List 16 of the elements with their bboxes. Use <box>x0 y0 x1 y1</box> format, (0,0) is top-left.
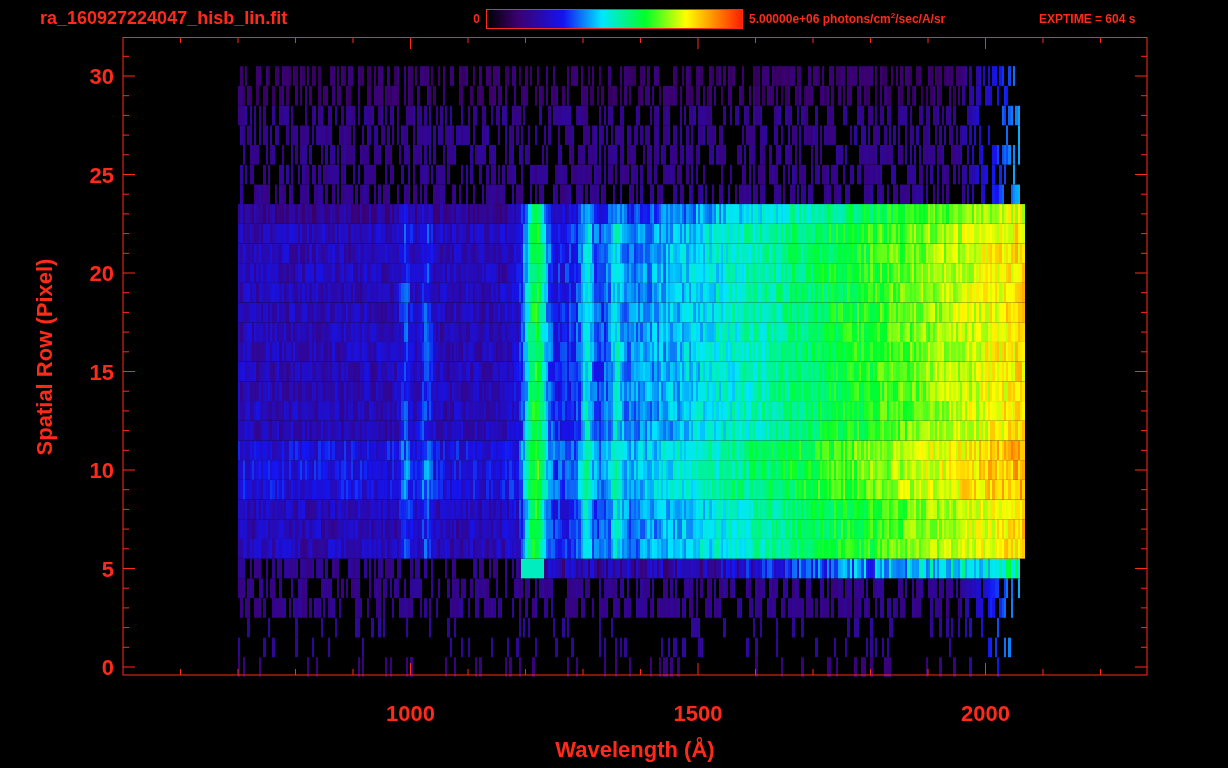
plot-title: ra_160927224047_hisb_lin.fit <box>40 8 289 29</box>
exposure-time: EXPTIME = 604 s <box>1039 11 1136 26</box>
y-tick-label: 15 <box>89 359 114 385</box>
y-axis-title: Spatial Row (Pixel) <box>32 258 57 456</box>
x-tick-label: 2000 <box>961 701 1010 726</box>
x-tick-label: 1500 <box>673 701 723 726</box>
colorbar-max-label: 5.00000e+06 photons/cm$^{2}$/sec/A/sr <box>749 11 947 26</box>
y-tick-label: 25 <box>89 162 114 188</box>
x-axis-title: Wavelength (Å) <box>555 737 715 762</box>
y-tick-label: 30 <box>89 64 114 89</box>
y-tick-label: 5 <box>101 556 114 582</box>
y-tick-label: 10 <box>89 458 114 483</box>
x-tick-label: 1000 <box>386 701 435 726</box>
colorbar-min-label: 0 <box>472 11 480 26</box>
y-tick-label: 0 <box>101 655 114 680</box>
y-tick-label: 20 <box>89 261 114 286</box>
